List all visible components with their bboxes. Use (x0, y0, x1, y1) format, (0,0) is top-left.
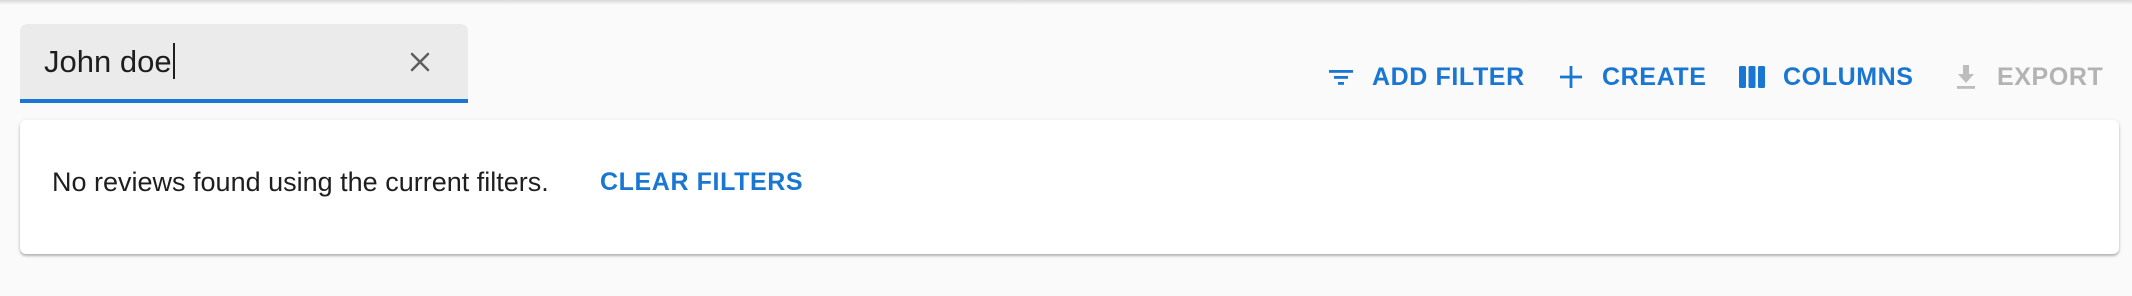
export-label: EXPORT (1997, 62, 2104, 91)
export-button[interactable]: EXPORT (1951, 52, 2103, 102)
add-icon (1560, 66, 1582, 88)
create-label: CREATE (1602, 62, 1707, 91)
add-filter-label: ADD FILTER (1372, 62, 1525, 91)
search-input[interactable]: John doe (44, 42, 175, 82)
view-column-icon (1739, 66, 1765, 88)
app-bar-shadow (0, 0, 2132, 5)
close-icon (410, 52, 430, 72)
clear-search-button[interactable] (404, 46, 436, 78)
results-card: No reviews found using the current filte… (20, 120, 2119, 254)
text-caret (172, 43, 175, 79)
columns-label: COLUMNS (1783, 62, 1914, 91)
no-results-message: No reviews found using the current filte… (52, 167, 549, 197)
add-filter-button[interactable]: ADD FILTER (1326, 52, 1525, 102)
filter-list-icon (1329, 70, 1353, 85)
columns-button[interactable]: COLUMNS (1737, 52, 1914, 102)
clear-filters-button[interactable]: CLEAR FILTERS (600, 164, 803, 200)
download-icon (1957, 65, 1975, 89)
search-field[interactable]: John doe (20, 24, 468, 103)
search-input-value: John doe (44, 44, 172, 79)
create-button[interactable]: CREATE (1556, 52, 1707, 102)
